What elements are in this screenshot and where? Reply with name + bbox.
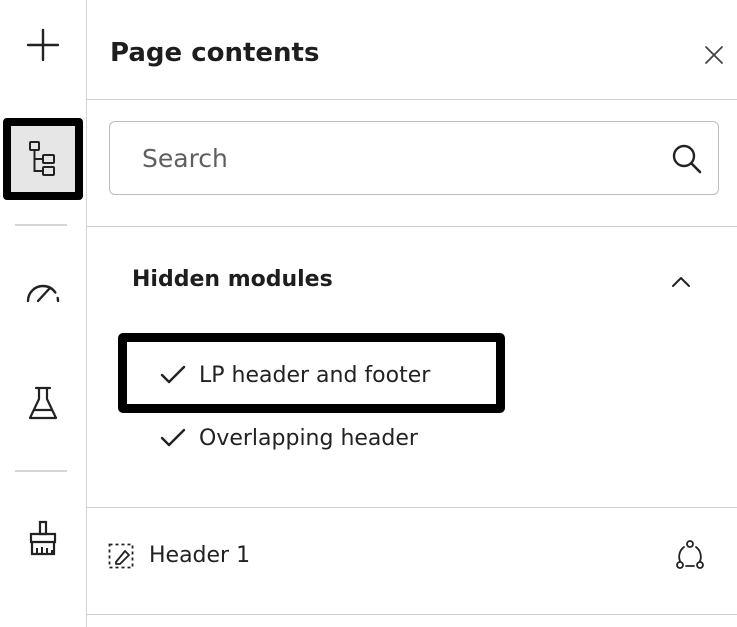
- checkmark-icon: [159, 361, 187, 389]
- module-divider: [87, 614, 737, 615]
- module-row[interactable]: Header 1: [87, 508, 737, 614]
- hidden-module-label: Overlapping header: [199, 425, 418, 451]
- close-button[interactable]: [701, 42, 727, 68]
- performance-button[interactable]: [9, 259, 76, 326]
- search-box: [109, 121, 719, 195]
- plus-icon: [26, 28, 59, 61]
- search-divider: [87, 226, 737, 227]
- brush-icon: [29, 520, 56, 555]
- design-button[interactable]: [9, 505, 76, 572]
- page-contents-panel: Page contents Hidden modules LP header a…: [87, 0, 737, 627]
- gauge-icon: [26, 284, 59, 302]
- toolbar-divider: [15, 470, 67, 472]
- add-button[interactable]: [9, 11, 76, 78]
- page-tree-icon: [29, 141, 55, 176]
- search-input[interactable]: [111, 123, 651, 193]
- hidden-module-item[interactable]: Overlapping header: [159, 418, 418, 458]
- page-contents-button[interactable]: [3, 118, 83, 200]
- collapse-hidden-modules-button[interactable]: [667, 268, 695, 296]
- flask-icon: [28, 386, 57, 419]
- module-label: Header 1: [149, 543, 251, 568]
- left-toolbar: [0, 0, 87, 627]
- test-button[interactable]: [9, 370, 76, 437]
- close-icon: [705, 46, 723, 64]
- module-select-icon: [108, 543, 134, 569]
- header-divider: [87, 99, 737, 100]
- global-module-icon[interactable]: [674, 539, 706, 571]
- toolbar-divider: [15, 224, 67, 226]
- hidden-modules-heading: Hidden modules: [132, 267, 333, 292]
- hidden-module-item[interactable]: LP header and footer: [159, 355, 430, 395]
- search-icon[interactable]: [671, 143, 703, 175]
- panel-title: Page contents: [110, 38, 320, 68]
- checkmark-icon: [159, 424, 187, 452]
- chevron-up-icon: [672, 277, 690, 287]
- hidden-module-label: LP header and footer: [199, 362, 431, 388]
